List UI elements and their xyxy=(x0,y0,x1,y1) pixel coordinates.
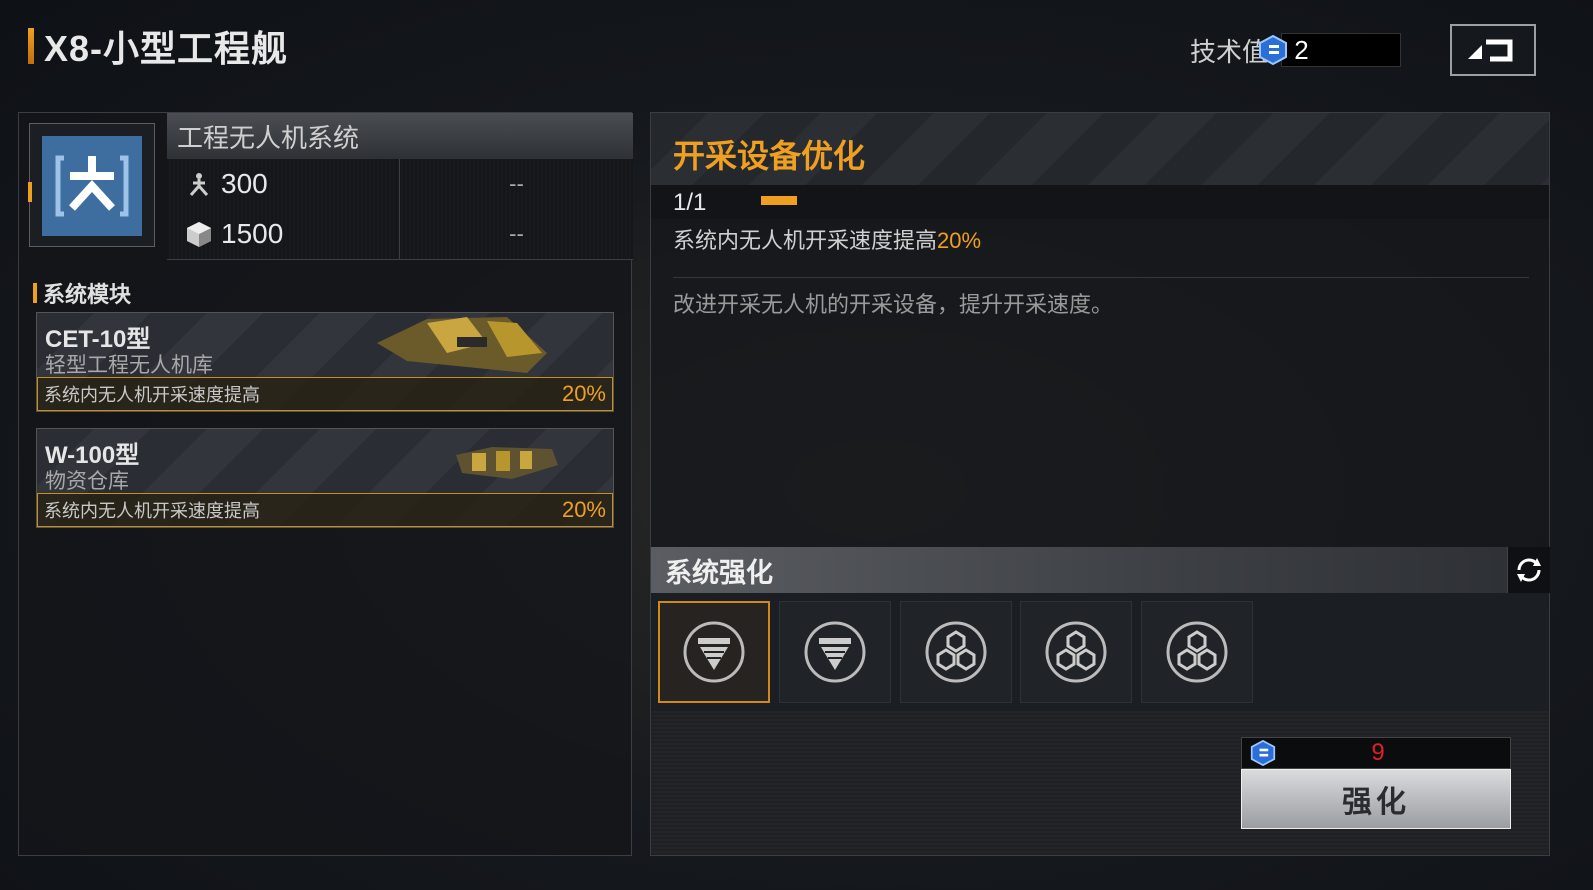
module-subtitle: 物资仓库 xyxy=(45,470,129,493)
level-progress-bar xyxy=(761,196,797,205)
drone-stat-extra: -- xyxy=(509,171,524,196)
enhance-title: 系统强化 xyxy=(665,557,773,588)
back-icon xyxy=(1468,39,1513,62)
divider xyxy=(673,277,1529,278)
modules-title-text: 系统模块 xyxy=(43,282,132,307)
stat-row-capacity: 1500 -- xyxy=(167,209,633,260)
modules-title: 系统模块 xyxy=(33,277,131,309)
right-panel: 开采设备优化 1/1 系统内无人机开采速度提高20% 改进开采无人机的开采设备，… xyxy=(650,112,1550,856)
enhance-action-area: 9 强化 xyxy=(651,711,1549,855)
system-icon-accent xyxy=(28,182,32,202)
title-bar: X8-小型工程舰 xyxy=(28,26,288,69)
tech-gem-icon xyxy=(1250,740,1276,766)
effect-prefix: 系统内无人机开采速度提高 xyxy=(673,228,938,253)
enhance-slot-4[interactable] xyxy=(1020,601,1132,703)
module-effect: 系统内无人机开采速度提高 20% xyxy=(37,377,613,411)
cost-value: 9 xyxy=(1371,739,1385,766)
hex-cluster-icon xyxy=(1166,621,1228,683)
cost-box: 9 xyxy=(1241,737,1511,769)
enhance-slot-5[interactable] xyxy=(1141,601,1253,703)
drone-stat-value: 300 xyxy=(221,168,268,199)
modules-title-accent xyxy=(33,283,37,303)
drill-icon xyxy=(804,621,866,683)
module-card-cet10[interactable]: CET-10型 轻型工程无人机库 系统内无人机开采速度提高 20% xyxy=(36,312,614,412)
drone-icon xyxy=(189,173,209,196)
tech-value: 2 xyxy=(1294,34,1309,65)
left-panel: 工程无人机系统 300 -- 1500 -- 系统模块 CET-10型 轻型工程… xyxy=(18,112,633,856)
tech-gem-icon xyxy=(1259,35,1288,65)
capacity-stat-value: 1500 xyxy=(221,218,284,249)
page-title: X8-小型工程舰 xyxy=(44,28,289,69)
detail-header: 开采设备优化 xyxy=(651,113,1549,185)
module-effect: 系统内无人机开采速度提高 20% xyxy=(37,493,613,527)
back-button[interactable] xyxy=(1450,24,1536,76)
engineering-drone-icon xyxy=(42,136,142,236)
system-header: 工程无人机系统 xyxy=(167,113,633,160)
system-icon-frame xyxy=(28,123,155,247)
effect-line: 系统内无人机开采速度提高20% xyxy=(673,223,981,255)
enhance-header: 系统强化 xyxy=(651,547,1549,593)
capacity-stat-extra: -- xyxy=(509,221,524,246)
module-card-w100[interactable]: W-100型 物资仓库 系统内无人机开采速度提高 20% xyxy=(36,428,614,528)
enhance-slot-2[interactable] xyxy=(779,601,891,703)
drill-icon xyxy=(683,621,745,683)
hex-cluster-icon xyxy=(925,621,987,683)
drone-bay-ship-icon xyxy=(377,317,547,373)
level-text: 1/1 xyxy=(673,189,707,216)
refresh-button[interactable] xyxy=(1507,547,1550,593)
enhance-button-label: 强化 xyxy=(1342,786,1410,819)
tech-value-display: 技术值: 2 xyxy=(1190,30,1402,70)
enhance-slot-1[interactable] xyxy=(658,601,770,703)
effect-value: 20% xyxy=(937,228,982,253)
cube-icon xyxy=(187,222,211,247)
module-effect-value: 20% xyxy=(561,381,606,406)
stat-row-drones: 300 -- xyxy=(167,159,633,210)
enhance-slot-row xyxy=(651,593,1549,712)
title-accent xyxy=(28,28,34,64)
refresh-icon xyxy=(1517,558,1541,582)
enhance-slot-3[interactable] xyxy=(900,601,1012,703)
module-subtitle: 轻型工程无人机库 xyxy=(45,354,213,377)
warehouse-module-icon xyxy=(456,447,558,479)
system-name: 工程无人机系统 xyxy=(177,122,360,153)
hex-cluster-icon xyxy=(1045,621,1107,683)
tech-value-box: 2 xyxy=(1259,33,1402,67)
module-effect-text: 系统内无人机开采速度提高 xyxy=(44,385,260,405)
enhance-button[interactable]: 强化 xyxy=(1241,769,1511,829)
level-row: 1/1 xyxy=(651,185,1549,219)
description-text: 改进开采无人机的开采设备，提升开采速度。 xyxy=(673,292,1114,317)
module-effect-value: 20% xyxy=(561,497,606,522)
module-effect-text: 系统内无人机开采速度提高 xyxy=(44,501,260,521)
detail-title: 开采设备优化 xyxy=(673,138,866,174)
